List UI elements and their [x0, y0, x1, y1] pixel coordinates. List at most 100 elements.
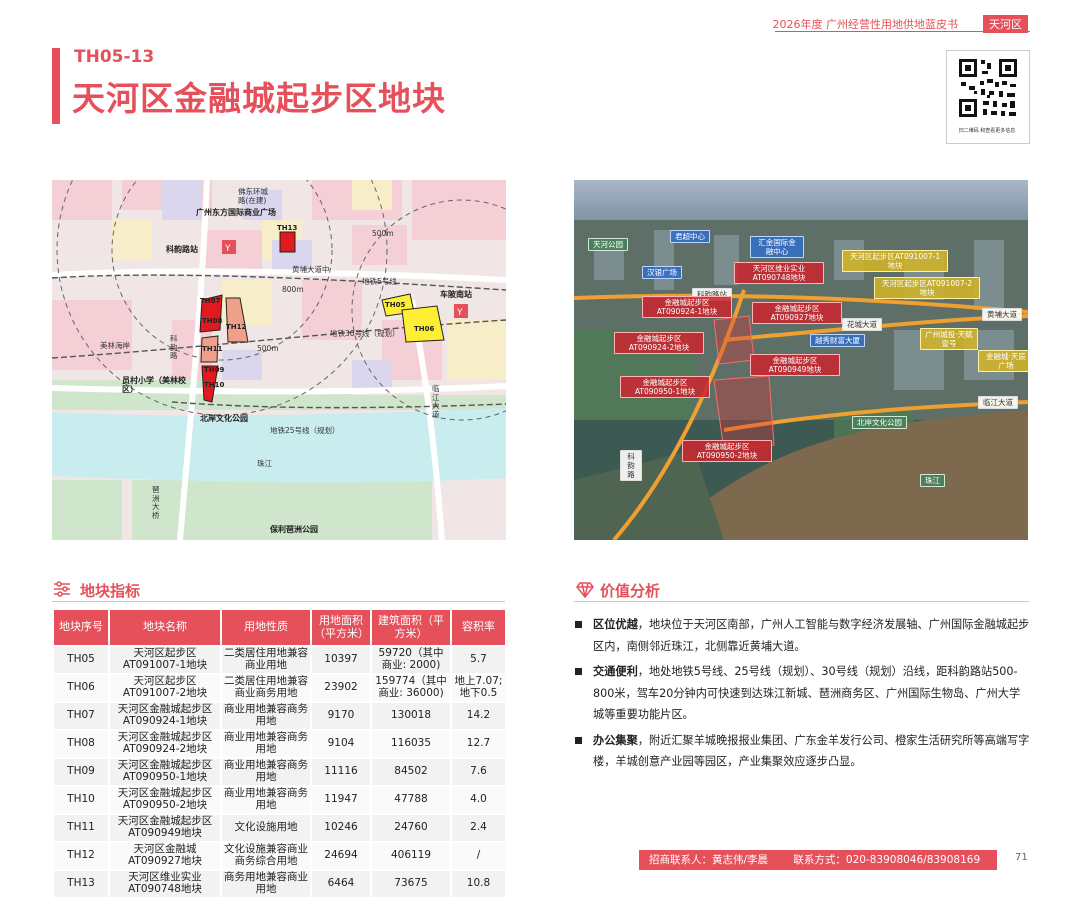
table-cell: 天河区金融城AT090927地块 [108, 841, 222, 871]
table-row: TH11 天河区金融城起步区AT090949地块 文化设施用地 10246 24760 2… [52, 813, 507, 843]
table-cell: 23902 [310, 673, 372, 703]
aerial-label-yuexiu: 越秀财富大厦 [810, 334, 865, 347]
aerial-label-plot-th05: 天河区起步区AT091007-1地块 [842, 250, 948, 272]
map-label-metro30: 地铁30号线（规划） [330, 329, 400, 338]
aerial-label-junchao: 君超中心 [670, 230, 710, 243]
contact-bar: 招商联系人：黄志伟/李晨 联系方式：020-83908046/83908169 [639, 850, 997, 870]
aerial-label-zhujiang: 珠江 [920, 474, 945, 487]
map-plot-th10: TH10 [204, 381, 225, 389]
aerial-label-gztf: 广州城投·天赋壹号 [920, 328, 978, 350]
table-cell: 二类居住用地兼容商业商务用地 [220, 673, 312, 703]
table-cell: 10.8 [450, 869, 507, 899]
table-cell: 47788 [370, 785, 452, 815]
indicators-divider [52, 601, 505, 602]
table-cell: 9104 [310, 729, 372, 759]
table-row: TH09 天河区金融城起步区AT090950-1地块 商业用地兼容商务用地 11116… [52, 757, 507, 787]
contact-person: 招商联系人：黄志伟/李晨 [649, 854, 769, 866]
table-cell: 10246 [310, 813, 372, 843]
table-cell: 24760 [370, 813, 452, 843]
table-cell: 商业用地兼容商务用地 [220, 729, 312, 759]
table-cell: 商业用地兼容商务用地 [220, 701, 312, 731]
qr-caption: 扫二维码 和查看更多信息 [958, 128, 1016, 134]
bullet-icon [575, 668, 582, 675]
aerial-label-plot-th13: 天河区维业实业AT090748地块 [734, 262, 824, 284]
table-cell: TH12 [52, 841, 110, 871]
diamond-icon [576, 582, 594, 598]
aerial-label-plot-th12: 金融城起步区AT090927地块 [752, 302, 842, 324]
map-plot-th11: TH11 [202, 345, 223, 353]
map-label-radius-a: 500m [372, 229, 394, 238]
aerial-label-plot-th10: 金融城起步区AT090950-2地块 [682, 440, 772, 462]
table-row: TH05 天河区起步区AT091007-1地块 二类居住用地兼容商业用地 10397 5… [52, 645, 507, 675]
bullet-icon [575, 736, 582, 744]
aerial-label-tianchen: 金融城·天辰广场 [978, 350, 1028, 372]
table-cell: 4.0 [450, 785, 507, 815]
indicators-heading: 地块指标 [80, 582, 141, 600]
analysis-item-title: 交通便利 [593, 665, 638, 678]
table-cell: 84502 [370, 757, 452, 787]
analysis-item-text: ，地块位于天河区南部，广州人工智能与数字经济发展轴、广州国际金融城起步区内，南侧… [593, 618, 1030, 653]
table-cell: 商务用地兼容商业用地 [220, 869, 312, 899]
aerial-label-beian: 北岸文化公园 [852, 416, 907, 429]
table-cell: 59720（其中商业: 2000) [370, 645, 452, 675]
list-item: 办公集聚，附近汇聚羊城晚报报业集团、广东金羊发行公司、橙家生活研究所等高端写字楼… [575, 730, 1030, 773]
aerial-label-kelu: 科韵路 [620, 450, 642, 481]
aerial-label-huangpu: 黄埔大道 [982, 308, 1022, 321]
table-cell: TH05 [52, 645, 110, 675]
map-plot-th12: TH12 [226, 323, 247, 331]
table-cell: 406119 [370, 841, 452, 871]
table-cell: TH09 [52, 757, 110, 787]
table-cell: TH07 [52, 701, 110, 731]
map-label-zhujiang: 珠江 [257, 459, 272, 468]
table-cell: 天河区维业实业AT090748地块 [108, 869, 222, 899]
aerial-label-huacheng: 花城大道 [842, 318, 882, 331]
table-row: TH08 天河区金融城起步区AT090924-2地块 商业用地兼容商务用地 9104 1… [52, 729, 507, 759]
table-cell: 天河区金融城起步区AT090924-1地块 [108, 701, 222, 731]
table-row: TH06 天河区起步区AT091007-2地块 二类居住用地兼容商业商务用地 2390… [52, 673, 507, 703]
map-label-beian-park: 北岸文化公园 [200, 414, 248, 423]
map-label-poly-park: 保利琶洲公园 [270, 525, 318, 534]
svg-text:Y: Y [224, 244, 231, 254]
aerial-label-plot-th11: 金融城起步区AT090949地块 [750, 354, 840, 376]
table-cell: 73675 [370, 869, 452, 899]
bullet-icon [575, 621, 582, 628]
contact-phone: 联系方式：020-83908046/83908169 [793, 854, 981, 866]
map-plot-th06: TH06 [414, 325, 435, 333]
map-label-metro5: 地铁5号线 [362, 277, 397, 286]
map-plot-th07: TH07 [200, 297, 221, 305]
map-graphic: Y Y [52, 180, 506, 540]
aerial-label-plot-th06: 天河区起步区AT091007-2地块 [874, 277, 980, 299]
table-row: TH12 天河区金融城AT090927地块 文化设施兼容商业商务综合用地 24694 4… [52, 841, 507, 871]
table-row: TH13 天河区维业实业AT090748地块 商务用地兼容商业用地 6464 73675… [52, 869, 507, 899]
page-number: 71 [1015, 852, 1028, 863]
table-cell: 24694 [310, 841, 372, 871]
title-accent-bar [52, 48, 60, 124]
table-cell: 二类居住用地兼容商业用地 [220, 645, 312, 675]
map-label-radius-b: 500m [257, 344, 279, 353]
aerial-label-plot-th07: 金融城起步区AT090924-1地块 [642, 296, 732, 318]
map-plot-th09: TH09 [204, 366, 225, 374]
table-cell: 9170 [310, 701, 372, 731]
plot-code: TH05-13 [74, 47, 155, 67]
table-cell: TH06 [52, 673, 110, 703]
table-cell: 11116 [310, 757, 372, 787]
table-cell: 文化设施用地 [220, 813, 312, 843]
table-cell: 天河区起步区AT091007-1地块 [108, 645, 222, 675]
table-cell: TH13 [52, 869, 110, 899]
table-row: TH10 天河区金融城起步区AT090950-2地块 商业用地兼容商务用地 11947… [52, 785, 507, 815]
map-plot-th08: TH08 [202, 317, 223, 325]
map-label-meilin: 美林海岸 [100, 341, 130, 350]
location-map: Y Y 广州东方国际商业广场 佛东环城路(在建) 科韵路站 黄埔大道中 地铁5号… [52, 180, 506, 540]
column-header: 容积率 [450, 608, 507, 647]
table-cell: 12.7 [450, 729, 507, 759]
svg-text:Y: Y [456, 308, 463, 318]
table-cell: 天河区金融城起步区AT090949地块 [108, 813, 222, 843]
map-label-radius-c: 800m [282, 285, 304, 294]
column-header: 地块序号 [52, 608, 110, 647]
aerial-label-plot-th09: 金融城起步区AT090950-1地块 [620, 376, 710, 398]
map-plot-th05: TH05 [385, 301, 406, 309]
table-cell: 116035 [370, 729, 452, 759]
analysis-item-title: 办公集聚 [593, 733, 638, 747]
column-header: 用地面积（平方米） [310, 608, 372, 647]
qr-code-image [947, 51, 1029, 127]
